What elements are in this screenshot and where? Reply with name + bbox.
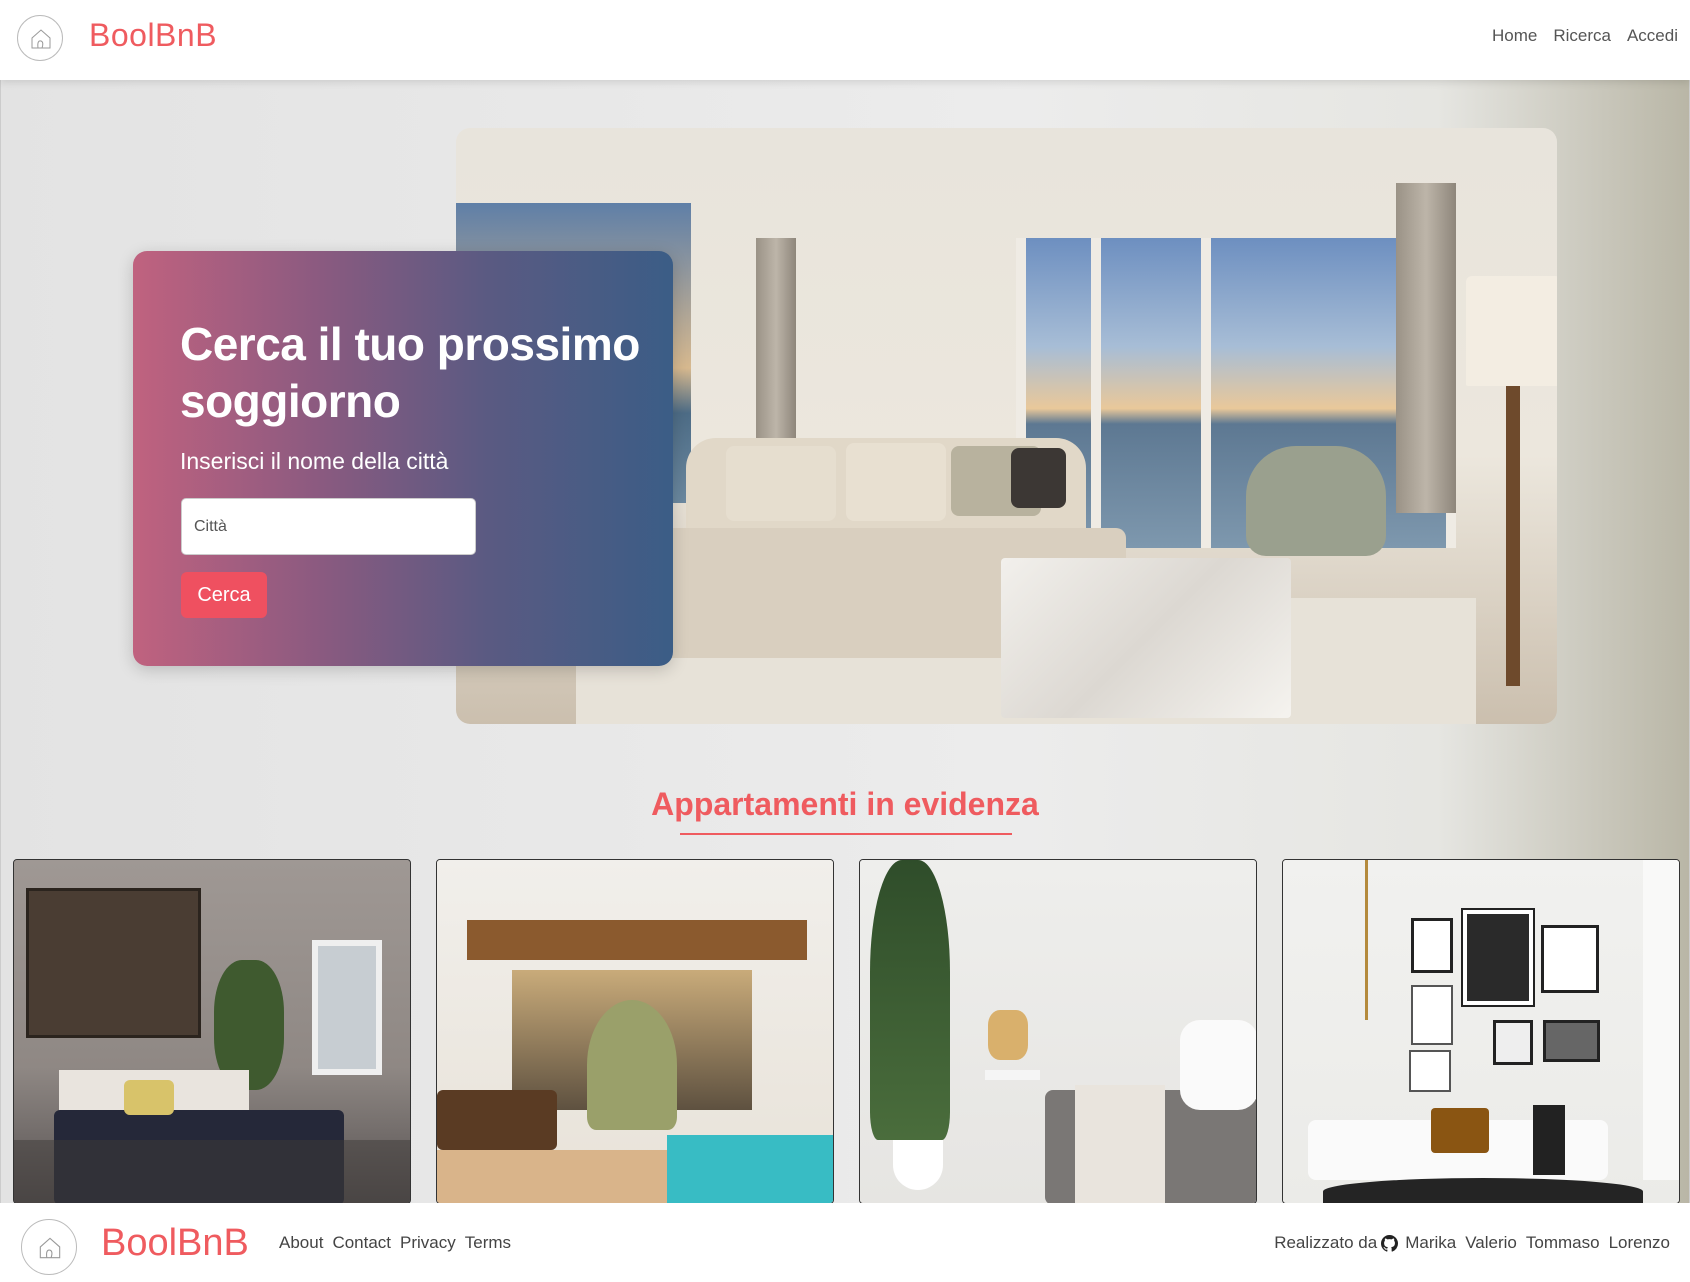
curtain-right [1396,183,1456,513]
brand-name[interactable]: BoolBnB [89,17,217,54]
nav-home[interactable]: Home [1492,26,1537,46]
armchair [1246,446,1386,556]
author-tommaso[interactable]: Tommaso [1526,1233,1600,1253]
footer-link-privacy[interactable]: Privacy [400,1233,456,1253]
city-search-input[interactable] [181,498,476,555]
search-card: Cerca il tuo prossimo soggiorno Inserisc… [133,251,673,666]
footer-brand[interactable]: BoolBnB [101,1222,249,1265]
github-icon [1381,1234,1399,1252]
house-icon [31,29,51,49]
author-marika[interactable]: Marika [1405,1233,1456,1253]
featured-card-1[interactable] [13,859,411,1204]
credits-label: Realizzato da [1274,1233,1378,1252]
hero-title: Cerca il tuo prossimo soggiorno [180,318,640,427]
footer-logo-icon[interactable] [21,1219,77,1275]
search-button[interactable]: Cerca [181,572,267,618]
site-header: BoolBnB Home Ricerca Accedi [0,0,1690,80]
nav-accedi[interactable]: Accedi [1627,26,1678,46]
marble-coffee-table [1001,558,1291,718]
featured-title: Appartamenti in evidenza [651,786,1039,822]
house-icon [39,1237,61,1259]
footer-link-contact[interactable]: Contact [332,1233,391,1253]
featured-card-3[interactable] [859,859,1257,1204]
hero-subtitle: Inserisci il nome della città [180,448,449,474]
featured-card-4[interactable] [1282,859,1680,1204]
floor-lamp [1466,276,1557,386]
featured-card-2[interactable] [436,859,834,1204]
author-lorenzo[interactable]: Lorenzo [1609,1233,1670,1253]
featured-underline [680,833,1012,835]
nav-ricerca[interactable]: Ricerca [1553,26,1611,46]
footer-links: About Contact Privacy Terms [279,1233,511,1253]
logo-icon[interactable] [17,15,63,61]
author-valerio[interactable]: Valerio [1465,1233,1517,1253]
footer-link-about[interactable]: About [279,1233,323,1253]
footer-link-terms[interactable]: Terms [465,1233,511,1253]
footer-credits: Realizzato da Marika Valerio Tommaso Lor… [1274,1233,1670,1253]
main-nav: Home Ricerca Accedi [1492,26,1678,46]
site-footer: BoolBnB About Contact Privacy Terms Real… [0,1203,1690,1282]
featured-cards [13,859,1680,1204]
